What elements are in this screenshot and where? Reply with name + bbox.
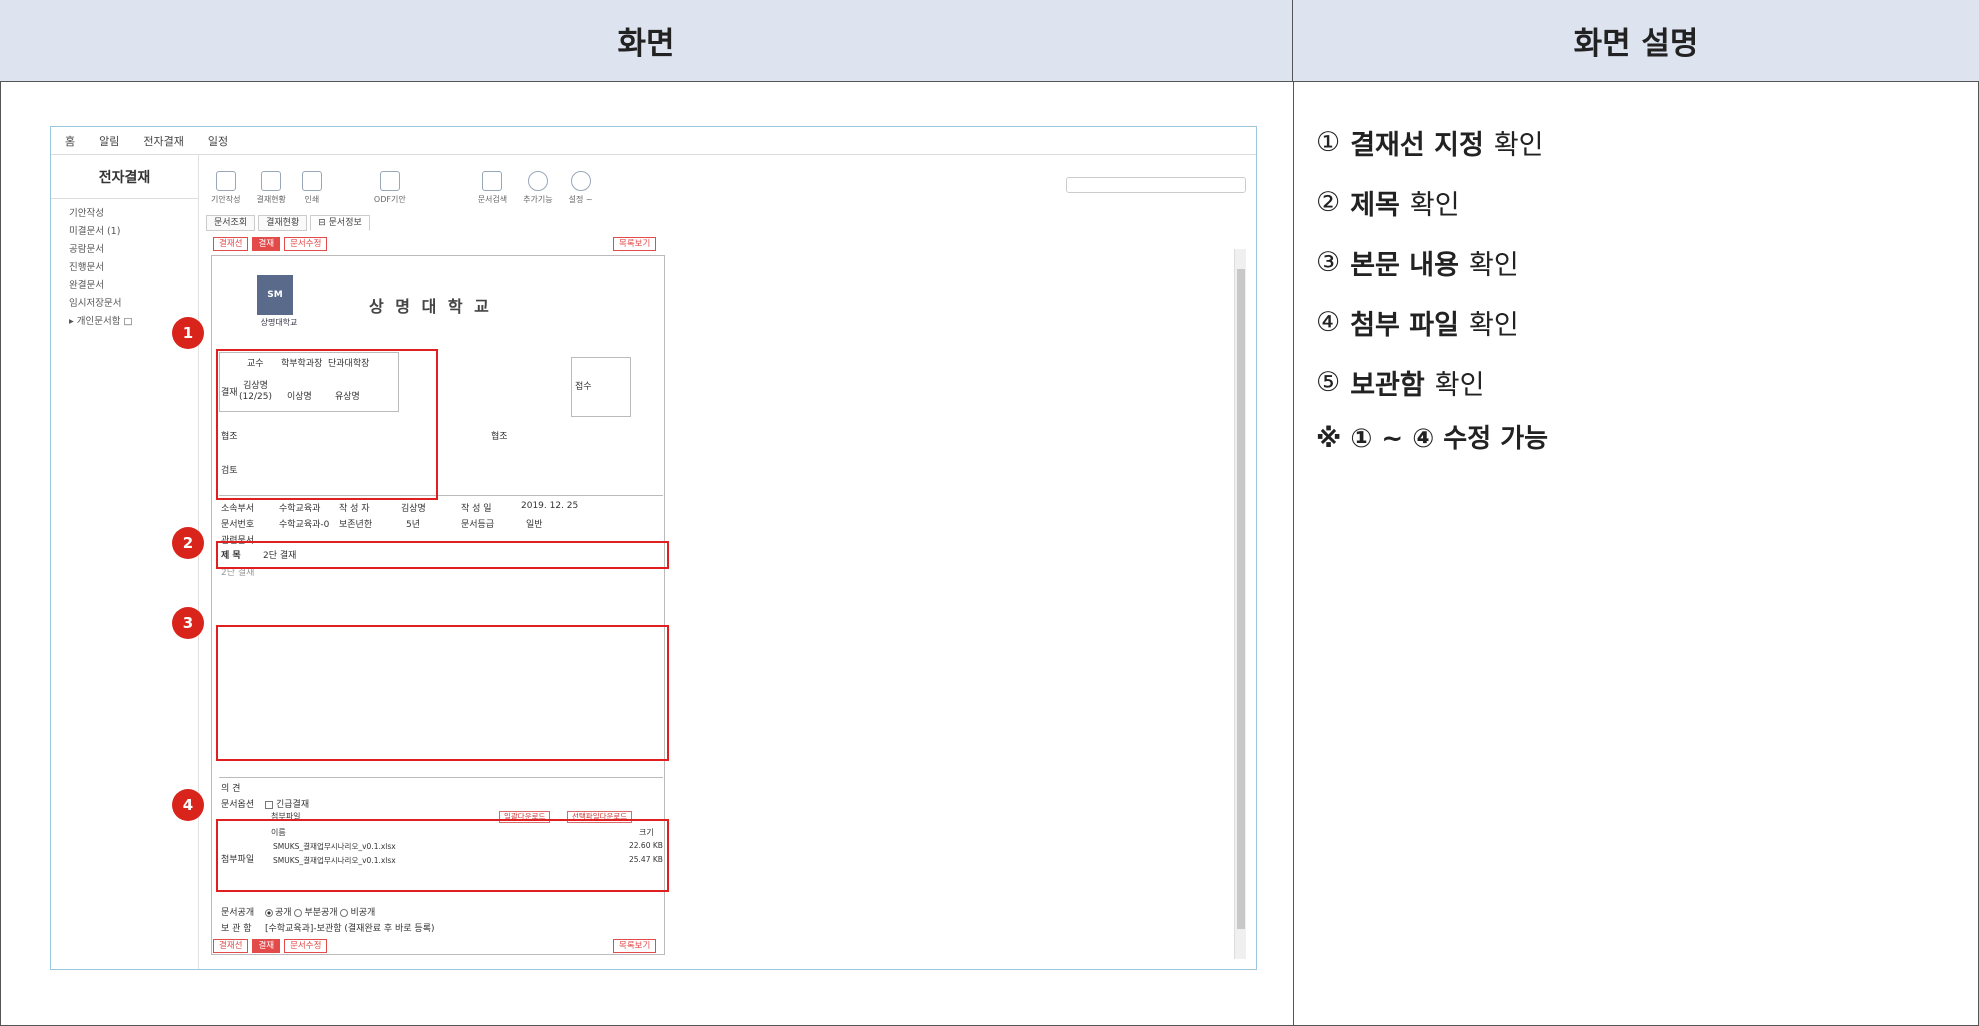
storage-value[interactable]: [수학교육과]-보관함 (결재완료 후 바로 등록)	[265, 921, 435, 934]
sidebar-title: 전자결재	[51, 155, 198, 199]
opinion-divider	[219, 777, 663, 778]
highlight-title	[216, 541, 669, 569]
gear-icon	[570, 171, 591, 191]
options-label: 문서옵션	[221, 800, 255, 810]
toolbar-settings-button[interactable]: 설정 ~	[569, 171, 593, 205]
nav-home[interactable]: 홈	[65, 133, 75, 149]
screen-header: 화면	[0, 0, 1293, 82]
approval-line-button-bottom[interactable]: 결재선	[213, 939, 249, 953]
nav-schedule[interactable]: 일정	[208, 133, 228, 149]
highlight-attachments	[216, 819, 669, 892]
scroll-thumb[interactable]	[1237, 269, 1245, 929]
date-value: 2019. 12. 25	[521, 501, 579, 511]
toolbar-odf-button[interactable]: ODF기안	[374, 171, 406, 205]
highlight-body	[216, 625, 669, 761]
university-name: 상 명 대 학 교	[369, 297, 492, 316]
public-label: 문서공개	[221, 908, 255, 918]
top-list-row: 목록보기	[613, 237, 657, 251]
desc-item-4: ④ 첨부 파일 확인	[1316, 306, 1519, 341]
toolbar-blank	[338, 185, 358, 205]
grade-value: 일반	[526, 520, 543, 530]
scrollbar[interactable]	[1234, 249, 1246, 959]
sidebar-item-temp[interactable]: 임시저장문서	[51, 295, 198, 313]
print-icon	[301, 171, 322, 191]
writer-value: 김상명	[401, 504, 426, 514]
urgent-checkbox[interactable]: 긴급결재	[265, 797, 309, 810]
toolbar-status-button[interactable]: 결재현황	[256, 171, 286, 205]
search-doc-icon	[482, 171, 503, 191]
sidebar-item-shared[interactable]: 공람문서	[51, 241, 198, 259]
nav-approval[interactable]: 전자결재	[143, 133, 183, 149]
logo-label: 상명대학교	[260, 318, 298, 327]
public-radio-group[interactable]: 공개 부분공개 비공개	[265, 905, 375, 918]
highlight-approval-line	[216, 349, 438, 500]
tab-approval-status[interactable]: 결재현황	[258, 215, 308, 231]
list-button[interactable]: 목록보기	[613, 237, 657, 251]
desc-item-1: ① 결재선 지정 확인	[1316, 126, 1544, 161]
desc-item-5: ⑤ 보관함 확인	[1316, 366, 1485, 401]
tab-doc-view[interactable]: 문서조회	[206, 215, 256, 231]
docno-label: 문서번호	[221, 520, 255, 530]
desc-note: ※ ① ~ ④ 수정 가능	[1316, 424, 1549, 454]
document-icon	[215, 171, 236, 191]
toolbar-search-button[interactable]: 문서검색	[478, 171, 507, 205]
dept-label: 소속부서	[221, 504, 255, 514]
description-header: 화면 설명	[1293, 0, 1979, 82]
dept-value: 수학교육과	[279, 504, 321, 514]
keep-label: 보존년한	[339, 520, 373, 530]
toolbar-print-button[interactable]: 인쇄	[301, 171, 322, 205]
coop-label-2: 협조	[491, 432, 508, 442]
badge-4: 4	[172, 789, 204, 821]
sidebar-item-progress[interactable]: 진행문서	[51, 259, 198, 277]
grade-label: 문서등급	[461, 520, 495, 530]
sidebar-item-draft[interactable]: 기안작성	[51, 205, 198, 223]
keep-value: 5년	[406, 520, 421, 530]
nav-alert[interactable]: 알림	[99, 133, 119, 149]
edit-doc-button[interactable]: 문서수정	[284, 237, 328, 251]
receive-label: 접수	[575, 382, 592, 392]
sidebar-item-complete[interactable]: 완결문서	[51, 277, 198, 295]
bottom-list-row: 목록보기	[613, 939, 657, 953]
sidebar: 전자결재 기안작성 미결문서 (1) 공람문서 진행문서 완결문서 임시저장문서…	[51, 155, 199, 969]
approve-button[interactable]: 결재	[252, 237, 281, 251]
writer-label: 작 성 자	[339, 504, 370, 514]
top-button-row: 결재선 결재 문서수정	[213, 237, 328, 251]
top-nav: 홈 알림 전자결재 일정	[51, 127, 1256, 155]
tab-doc-info[interactable]: ⊟ 문서정보	[310, 215, 370, 231]
list-button-bottom[interactable]: 목록보기	[613, 939, 657, 953]
column-divider	[1293, 82, 1294, 1026]
folder-icon	[261, 171, 282, 191]
opinion-label: 의 견	[221, 784, 241, 794]
plus-icon	[527, 171, 548, 191]
badge-1: 1	[172, 317, 204, 349]
doc-tabs: 문서조회 결재현황 ⊟ 문서정보	[206, 215, 370, 231]
approval-line-button[interactable]: 결재선	[213, 237, 249, 251]
university-logo: SM	[257, 275, 293, 315]
storage-label: 보 관 함	[221, 924, 252, 934]
sidebar-item-pending[interactable]: 미결문서 (1)	[51, 223, 198, 241]
badge-3: 3	[172, 607, 204, 639]
odf-icon	[379, 171, 400, 191]
desc-item-2: ② 제목 확인	[1316, 186, 1460, 221]
edit-doc-button-bottom[interactable]: 문서수정	[284, 939, 328, 953]
date-label: 작 성 일	[461, 504, 492, 514]
badge-2: 2	[172, 527, 204, 559]
desc-item-3: ③ 본문 내용 확인	[1316, 246, 1519, 281]
description-panel: ① 결재선 지정 확인 ② 제목 확인 ③ 본문 내용 확인 ④ 첨부 파일 확인 ⑤ 보관함 확인…	[1316, 112, 1956, 455]
search-input[interactable]	[1066, 177, 1246, 193]
app-screenshot: 홈 알림 전자결재 일정 전자결재 기안작성 미결문서 (1) 공람문서 진행문…	[50, 126, 1257, 970]
toolbar-draft-button[interactable]: 기안작성	[211, 171, 240, 205]
docno-value: 수학교육과-0	[279, 520, 330, 530]
toolbar-extra-button[interactable]: 추가기능	[523, 171, 553, 205]
bottom-button-row: 결재선 결재 문서수정	[213, 939, 328, 953]
approve-button-bottom[interactable]: 결재	[252, 939, 281, 953]
